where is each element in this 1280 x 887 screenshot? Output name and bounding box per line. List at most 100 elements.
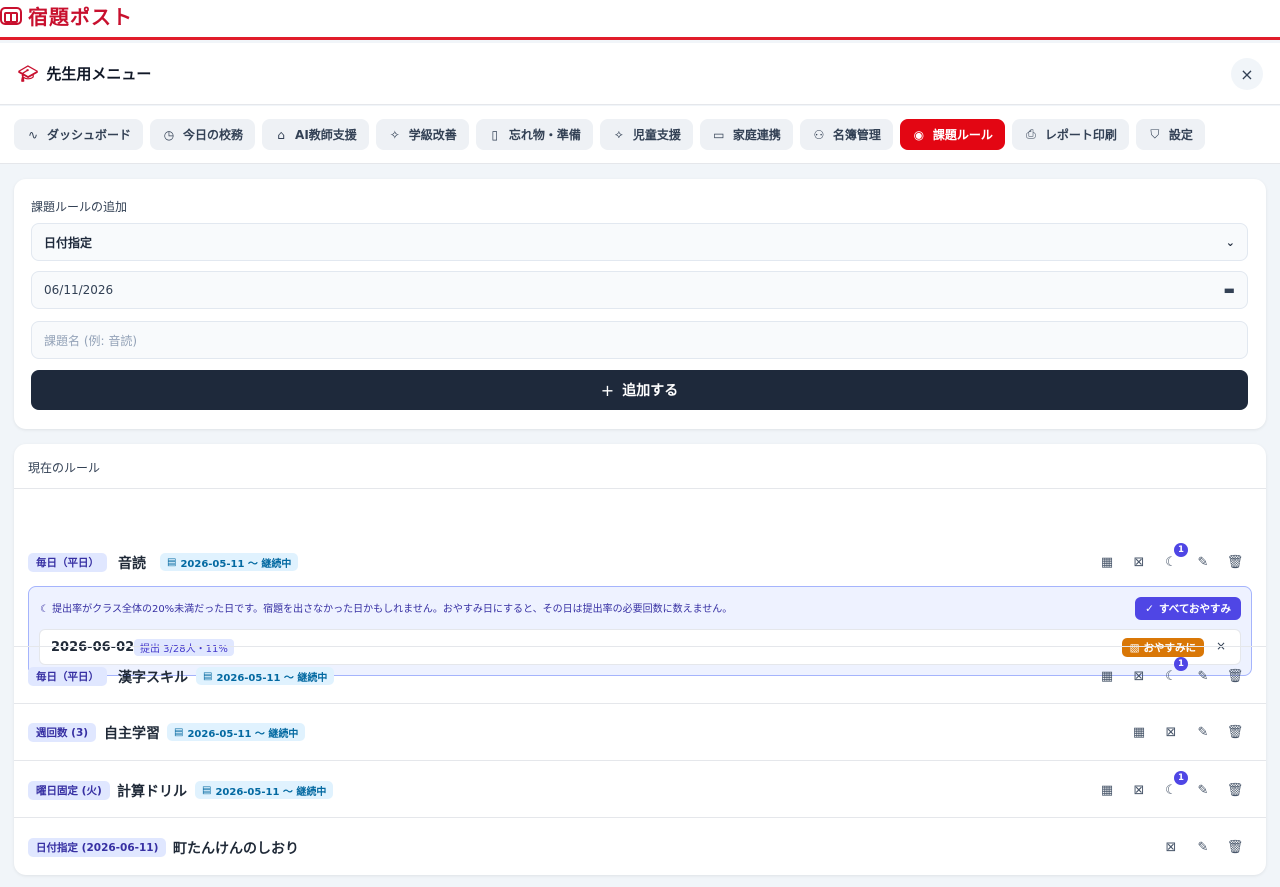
moon-icon: ☾	[40, 604, 53, 615]
tab-label: 今日の校務	[183, 128, 244, 142]
app-bar: 宿題ポスト	[0, 0, 1280, 40]
rule-row: 日付指定 (2026-06-11) 町たんけんのしおり ⊠ ✎ 🗑︎	[14, 817, 1266, 874]
rule-name: 計算ドリル	[117, 784, 187, 800]
calendar-icon[interactable]: ▦	[1098, 553, 1116, 571]
rest-count-badge: 1	[1174, 771, 1188, 785]
rule-row: 週回数 (3) 自主学習 ▤ 2026-05-11 〜 継続中 ▦ ⊠ ✎ 🗑︎	[14, 703, 1266, 760]
rule-row: 毎日（平日） 漢字スキル ▤ 2026-05-11 〜 継続中 ▦ ⊠ ☾ 1 ✎ 🗑︎	[14, 646, 1266, 703]
date-range-badge: ▤ 2026-05-11 〜 継続中	[196, 667, 335, 685]
date-range-text: 2026-05-11 〜 継続中	[215, 786, 327, 798]
tab-message[interactable]: ▭ 家庭連携	[699, 119, 793, 150]
tab-bar: ∿ ダッシュボード ◷ 今日の校務 ⌂ AI教師支援 ✧ 学級改善 ▯ 忘れ物・準備 ⟡ 児童支援 ▭ 家…	[0, 106, 1280, 164]
menu-title-text: 先生用メニュー	[46, 65, 152, 83]
calendar-x-icon[interactable]: ⊠	[1130, 781, 1148, 799]
sparkles-icon: ✧	[389, 127, 400, 142]
users-icon: ⚇	[813, 127, 825, 142]
calendar-icon[interactable]: ▬	[1224, 283, 1235, 297]
rule-actions: ▦ ⊠ ☾ 1 ✎ 🗑︎	[1098, 771, 1244, 799]
calendar-icon[interactable]: ▦	[1098, 781, 1116, 799]
add-rule-button-label: 追加する	[622, 383, 679, 399]
tab-check-circle[interactable]: ◉ 課題ルール	[899, 119, 1005, 150]
rest-count-badge: 1	[1174, 657, 1188, 671]
tab-label: 課題ルール	[932, 128, 993, 142]
date-range-text: 2026-05-11 〜 継続中	[180, 558, 292, 570]
edit-icon[interactable]: ✎	[1194, 723, 1212, 741]
date-range-text: 2026-05-11 〜 継続中	[187, 728, 299, 740]
app-title: 宿題ポスト	[28, 5, 133, 29]
tab-label: 設定	[1168, 128, 1193, 142]
tab-sparkles[interactable]: ✧ 学級改善	[375, 119, 469, 150]
message-icon: ▭	[713, 127, 725, 142]
trash-icon[interactable]: 🗑︎	[1226, 553, 1244, 571]
date-value: 06/11/2026	[44, 283, 114, 297]
all-rest-button[interactable]: ✓ すべておやすみ	[1135, 597, 1241, 620]
tab-label: 児童支援	[632, 128, 681, 142]
date-range-badge: ▤ 2026-05-11 〜 継続中	[160, 553, 299, 571]
app-logo[interactable]: 宿題ポスト	[0, 1, 133, 30]
calendar-x-icon[interactable]: ⊠	[1130, 553, 1148, 571]
rule-type-badge: 毎日（平日）	[28, 553, 107, 572]
rule-name: 音読	[118, 556, 146, 572]
ticket-icon	[0, 6, 22, 25]
rule-type-value: 日付指定	[44, 235, 93, 250]
trash-icon[interactable]: 🗑︎	[1226, 781, 1244, 799]
menu-title: 🎓︎ 先生用メニュー	[18, 63, 151, 84]
edit-icon[interactable]: ✎	[1194, 667, 1212, 685]
check-icon: ✓	[1145, 602, 1154, 615]
tab-clock[interactable]: ◷ 今日の校務	[150, 119, 256, 150]
rule-name: 自主学習	[104, 726, 160, 742]
calendar-x-icon[interactable]: ⊠	[1162, 723, 1180, 741]
date-input[interactable]: 06/11/2026 ▬	[31, 271, 1248, 309]
tab-printer[interactable]: ⎙ レポート印刷	[1011, 119, 1129, 150]
tab-shield[interactable]: ⛉ 設定	[1135, 119, 1205, 150]
tab-backpack[interactable]: ▯ 忘れ物・準備	[475, 119, 593, 150]
handshake-icon: ⟡	[614, 127, 623, 141]
calendar-icon[interactable]: ▦	[1130, 723, 1148, 741]
tab-robot[interactable]: ⌂ AI教師支援	[262, 119, 369, 150]
rule-name-input[interactable]: 課題名 (例: 音読)	[31, 321, 1248, 359]
rule-name-placeholder: 課題名 (例: 音読)	[44, 333, 138, 348]
trash-icon[interactable]: 🗑︎	[1226, 667, 1244, 685]
trash-icon[interactable]: 🗑︎	[1226, 723, 1244, 741]
edit-icon[interactable]: ✎	[1194, 553, 1212, 571]
close-button[interactable]: ×	[1231, 58, 1263, 90]
rule-row: 曜日固定 (火) 計算ドリル ▤ 2026-05-11 〜 継続中 ▦ ⊠ ☾ 1 ✎ 🗑︎	[14, 760, 1266, 817]
rule-actions: ⊠ ✎ 🗑︎	[1162, 838, 1244, 856]
moon-icon[interactable]: ☾ 1	[1162, 771, 1188, 799]
calendar-icon: ▤	[167, 556, 177, 568]
add-rule-button[interactable]: + 追加する	[31, 370, 1248, 410]
tab-activity[interactable]: ∿ ダッシュボード	[14, 119, 144, 150]
date-range-badge: ▤ 2026-05-11 〜 継続中	[195, 781, 334, 799]
rule-type-badge: 毎日（平日）	[28, 667, 107, 686]
moon-icon[interactable]: ☾ 1	[1162, 543, 1188, 571]
rule-type-badge: 週回数 (3)	[28, 723, 97, 742]
activity-icon: ∿	[27, 127, 39, 142]
tab-label: AI教師支援	[295, 128, 357, 142]
rule-type-select[interactable]: 日付指定 ⌄	[31, 223, 1248, 261]
tab-handshake[interactable]: ⟡ 児童支援	[599, 119, 693, 150]
tab-label: 忘れ物・準備	[508, 128, 581, 142]
rule-row: 毎日（平日） 音読 ▤ 2026-05-11 〜 継続中 ▦ ⊠ ☾ 1 ✎ 🗑︎ ☾ 提出率がクラ…	[14, 488, 1266, 676]
chevron-down-icon: ⌄	[1225, 235, 1235, 249]
tab-label: ダッシュボード	[47, 128, 132, 142]
tab-label: 家庭連携	[732, 128, 781, 142]
calendar-x-icon[interactable]: ⊠	[1162, 838, 1180, 856]
all-rest-label: すべておやすみ	[1158, 603, 1231, 615]
edit-icon[interactable]: ✎	[1194, 838, 1212, 856]
printer-icon: ⎙	[1026, 127, 1036, 141]
rule-actions: ▦ ⊠ ✎ 🗑︎	[1130, 723, 1244, 741]
rules-card: 現在のルール 毎日（平日） 音読 ▤ 2026-05-11 〜 継続中 ▦ ⊠ ☾ 1 ✎ 🗑︎ ☾…	[14, 444, 1266, 875]
rules-title: 現在のルール	[28, 461, 101, 475]
trash-icon[interactable]: 🗑︎	[1226, 838, 1244, 856]
tab-users[interactable]: ⚇ 名簿管理	[799, 119, 893, 150]
calendar-icon[interactable]: ▦	[1098, 667, 1116, 685]
shield-icon: ⛉	[1150, 127, 1160, 141]
calendar-icon: ▤	[174, 726, 184, 738]
rule-name: 漢字スキル	[118, 670, 188, 686]
calendar-icon: ▤	[203, 670, 213, 682]
calendar-x-icon[interactable]: ⊠	[1130, 667, 1148, 685]
moon-icon[interactable]: ☾ 1	[1162, 657, 1188, 685]
add-rule-card: 課題ルールの追加 日付指定 ⌄ 06/11/2026 ▬ 課題名 (例: 音読)…	[14, 179, 1266, 429]
rest-count-badge: 1	[1174, 543, 1188, 557]
edit-icon[interactable]: ✎	[1194, 781, 1212, 799]
